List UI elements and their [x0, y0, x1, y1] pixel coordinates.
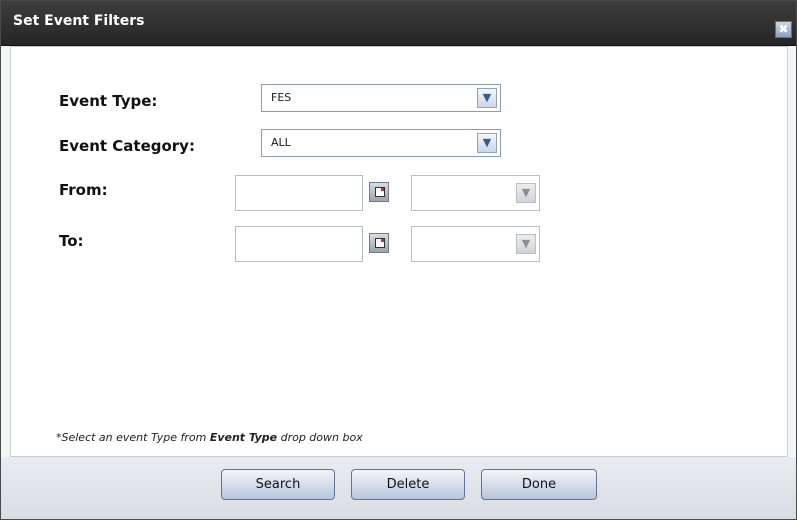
to-date-input[interactable]	[235, 226, 363, 262]
calendar-icon[interactable]	[369, 182, 389, 202]
search-button[interactable]: Search	[221, 469, 335, 500]
from-time-select[interactable]: ▼	[411, 175, 540, 211]
chevron-down-icon[interactable]: ▼	[477, 88, 497, 108]
close-icon[interactable]: ✖	[775, 21, 792, 38]
set-event-filters-dialog: Set Event Filters ✖ Event Type: FES ▼ Ev…	[0, 0, 797, 520]
done-button[interactable]: Done	[481, 469, 597, 500]
delete-button[interactable]: Delete	[351, 469, 465, 500]
to-time-select[interactable]: ▼	[411, 226, 540, 262]
dialog-titlebar: Set Event Filters ✖	[1, 1, 796, 46]
event-category-value: ALL	[271, 136, 291, 149]
chevron-down-icon[interactable]: ▼	[516, 183, 536, 203]
calendar-icon[interactable]	[369, 233, 389, 253]
event-category-select[interactable]: ALL ▼	[261, 129, 501, 157]
help-note-prefix: *Select an event Type from	[56, 431, 210, 444]
event-type-label: Event Type:	[59, 92, 158, 110]
help-note-emphasis: Event Type	[209, 431, 278, 444]
to-label: To:	[59, 232, 84, 250]
from-label: From:	[59, 181, 108, 199]
event-type-select[interactable]: FES ▼	[261, 84, 501, 112]
dialog-title: Set Event Filters	[13, 13, 145, 29]
from-date-input[interactable]	[235, 175, 363, 211]
chevron-down-icon[interactable]: ▼	[477, 133, 497, 153]
help-note: *Select an event Type from Event Type dr…	[56, 431, 363, 444]
event-category-label: Event Category:	[59, 137, 195, 155]
event-type-value: FES	[271, 91, 292, 104]
chevron-down-icon[interactable]: ▼	[516, 234, 536, 254]
help-note-suffix: drop down box	[277, 431, 363, 444]
